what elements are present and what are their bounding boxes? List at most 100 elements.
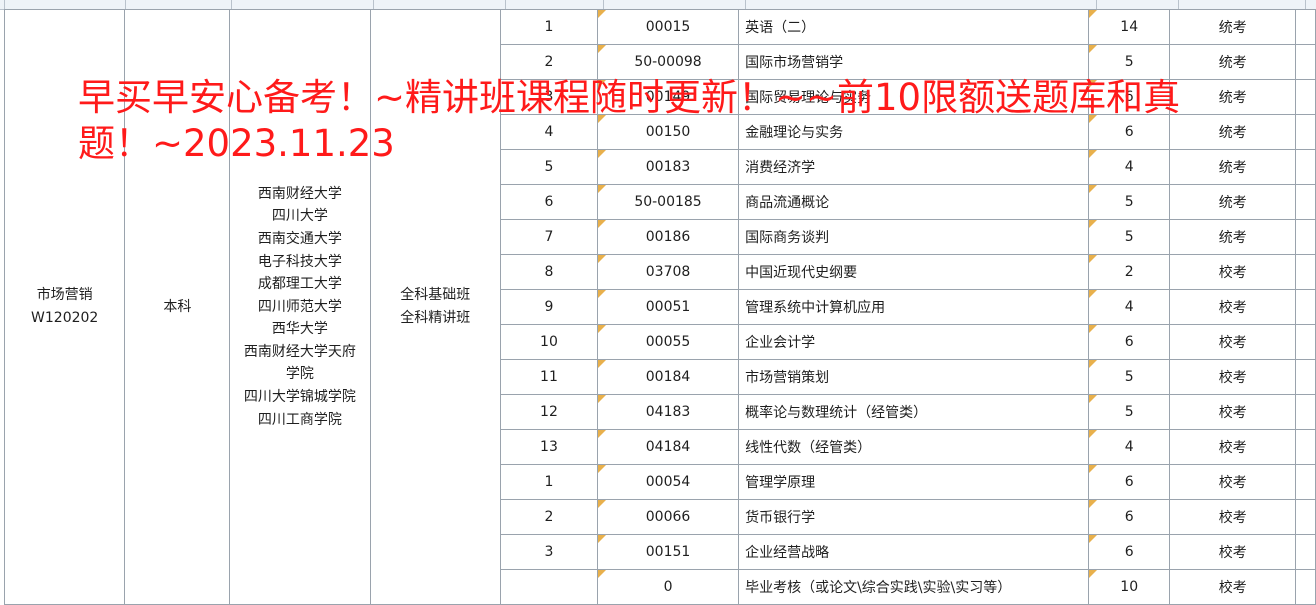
course-code-cell[interactable]: 0 bbox=[596, 569, 740, 605]
credit-cell[interactable]: 6 bbox=[1088, 499, 1171, 535]
credit-cell[interactable]: 5 bbox=[1088, 44, 1171, 80]
exam-type-cell[interactable]: 校考 bbox=[1169, 464, 1297, 500]
exam-type-cell[interactable]: 校考 bbox=[1169, 359, 1297, 395]
course-name-cell[interactable]: 线性代数（经管类） bbox=[738, 429, 1090, 465]
exam-type-cell[interactable]: 校考 bbox=[1169, 289, 1297, 325]
course-no-cell[interactable]: 3 bbox=[499, 534, 598, 570]
empty-cell[interactable] bbox=[1295, 569, 1316, 605]
course-no-cell[interactable]: 10 bbox=[499, 324, 598, 360]
course-no-cell[interactable]: 11 bbox=[499, 359, 598, 395]
course-no-cell[interactable] bbox=[499, 569, 598, 605]
course-code-cell[interactable]: 00186 bbox=[596, 219, 740, 255]
course-code-cell[interactable]: 00066 bbox=[596, 499, 740, 535]
course-name-cell[interactable]: 企业经营战略 bbox=[738, 534, 1090, 570]
schools-cell[interactable]: 西南财经大学 四川大学 西南交通大学 电子科技大学 成都理工大学 四川师范大学 西华大学 西南… bbox=[229, 9, 371, 605]
course-no-cell[interactable]: 1 bbox=[499, 9, 598, 45]
exam-type-cell[interactable]: 统考 bbox=[1169, 44, 1297, 80]
course-name-cell[interactable]: 毕业考核（或论文\综合实践\实验\实习等） bbox=[738, 569, 1090, 605]
exam-type-cell[interactable]: 校考 bbox=[1169, 429, 1297, 465]
course-code-cell[interactable]: 00055 bbox=[596, 324, 740, 360]
course-no-cell[interactable]: 7 bbox=[499, 219, 598, 255]
course-name-cell[interactable]: 国际商务谈判 bbox=[738, 219, 1090, 255]
exam-type-cell[interactable]: 校考 bbox=[1169, 569, 1297, 605]
credit-cell[interactable]: 5 bbox=[1088, 184, 1171, 220]
exam-type-cell[interactable]: 统考 bbox=[1169, 184, 1297, 220]
course-no-cell[interactable]: 2 bbox=[499, 499, 598, 535]
credit-cell[interactable]: 6 bbox=[1088, 534, 1171, 570]
course-code-cell[interactable]: 00051 bbox=[596, 289, 740, 325]
exam-type-cell[interactable]: 统考 bbox=[1169, 79, 1297, 115]
exam-type-cell[interactable]: 统考 bbox=[1169, 114, 1297, 150]
credit-cell[interactable]: 5 bbox=[1088, 219, 1171, 255]
credit-cell[interactable]: 4 bbox=[1088, 149, 1171, 185]
course-code-cell[interactable]: 00054 bbox=[596, 464, 740, 500]
empty-cell[interactable] bbox=[1295, 149, 1316, 185]
course-no-cell[interactable]: 13 bbox=[499, 429, 598, 465]
course-no-cell[interactable]: 9 bbox=[499, 289, 598, 325]
empty-cell[interactable] bbox=[1295, 534, 1316, 570]
exam-type-cell[interactable]: 校考 bbox=[1169, 534, 1297, 570]
course-code-cell[interactable]: 00151 bbox=[596, 534, 740, 570]
exam-type-cell[interactable]: 统考 bbox=[1169, 9, 1297, 45]
exam-type-cell[interactable]: 校考 bbox=[1169, 324, 1297, 360]
course-code-cell[interactable]: 00015 bbox=[596, 9, 740, 45]
course-code-cell[interactable]: 04184 bbox=[596, 429, 740, 465]
course-code-cell[interactable]: 03708 bbox=[596, 254, 740, 290]
course-no-cell[interactable]: 12 bbox=[499, 394, 598, 430]
empty-cell[interactable] bbox=[1295, 114, 1316, 150]
credit-cell[interactable]: 10 bbox=[1088, 569, 1171, 605]
credit-cell[interactable]: 6 bbox=[1088, 464, 1171, 500]
empty-cell[interactable] bbox=[1295, 464, 1316, 500]
course-code-cell[interactable]: 00150 bbox=[596, 114, 740, 150]
credit-cell[interactable]: 2 bbox=[1088, 254, 1171, 290]
credit-cell[interactable]: 4 bbox=[1088, 429, 1171, 465]
course-code-cell[interactable]: 00184 bbox=[596, 359, 740, 395]
empty-cell[interactable] bbox=[1295, 429, 1316, 465]
exam-type-cell[interactable]: 校考 bbox=[1169, 499, 1297, 535]
empty-cell[interactable] bbox=[1295, 499, 1316, 535]
class-type-cell[interactable]: 全科基础班 全科精讲班 bbox=[369, 9, 501, 605]
credit-cell[interactable]: 4 bbox=[1088, 289, 1171, 325]
empty-cell[interactable] bbox=[1295, 289, 1316, 325]
course-name-cell[interactable]: 管理学原理 bbox=[738, 464, 1090, 500]
course-name-cell[interactable]: 概率论与数理统计（经管类） bbox=[738, 394, 1090, 430]
course-name-cell[interactable]: 企业会计学 bbox=[738, 324, 1090, 360]
course-no-cell[interactable]: 3 bbox=[499, 79, 598, 115]
credit-cell[interactable]: 6 bbox=[1088, 114, 1171, 150]
empty-cell[interactable] bbox=[1295, 9, 1316, 45]
course-code-cell[interactable]: 50-00185 bbox=[596, 184, 740, 220]
empty-cell[interactable] bbox=[1295, 359, 1316, 395]
empty-cell[interactable] bbox=[1295, 79, 1316, 115]
course-code-cell[interactable]: 00149 bbox=[596, 79, 740, 115]
exam-type-cell[interactable]: 校考 bbox=[1169, 394, 1297, 430]
course-name-cell[interactable]: 消费经济学 bbox=[738, 149, 1090, 185]
empty-cell[interactable] bbox=[1295, 324, 1316, 360]
credit-cell[interactable]: 6 bbox=[1088, 79, 1171, 115]
empty-cell[interactable] bbox=[1295, 184, 1316, 220]
course-code-cell[interactable]: 00183 bbox=[596, 149, 740, 185]
empty-cell[interactable] bbox=[1295, 394, 1316, 430]
course-no-cell[interactable]: 2 bbox=[499, 44, 598, 80]
course-name-cell[interactable]: 管理系统中计算机应用 bbox=[738, 289, 1090, 325]
empty-cell[interactable] bbox=[1295, 44, 1316, 80]
course-no-cell[interactable]: 4 bbox=[499, 114, 598, 150]
credit-cell[interactable]: 14 bbox=[1088, 9, 1171, 45]
course-no-cell[interactable]: 8 bbox=[499, 254, 598, 290]
exam-type-cell[interactable]: 校考 bbox=[1169, 254, 1297, 290]
course-name-cell[interactable]: 商品流通概论 bbox=[738, 184, 1090, 220]
credit-cell[interactable]: 5 bbox=[1088, 359, 1171, 395]
course-code-cell[interactable]: 04183 bbox=[596, 394, 740, 430]
level-cell[interactable]: 本科 bbox=[124, 9, 231, 605]
exam-type-cell[interactable]: 统考 bbox=[1169, 219, 1297, 255]
empty-cell[interactable] bbox=[1295, 254, 1316, 290]
major-cell[interactable]: 市场营销 W120202 bbox=[3, 9, 126, 605]
course-no-cell[interactable]: 1 bbox=[499, 464, 598, 500]
credit-cell[interactable]: 6 bbox=[1088, 324, 1171, 360]
course-name-cell[interactable]: 货币银行学 bbox=[738, 499, 1090, 535]
course-no-cell[interactable]: 6 bbox=[499, 184, 598, 220]
course-name-cell[interactable]: 英语（二） bbox=[738, 9, 1090, 45]
course-code-cell[interactable]: 50-00098 bbox=[596, 44, 740, 80]
course-name-cell[interactable]: 市场营销策划 bbox=[738, 359, 1090, 395]
course-no-cell[interactable]: 5 bbox=[499, 149, 598, 185]
credit-cell[interactable]: 5 bbox=[1088, 394, 1171, 430]
